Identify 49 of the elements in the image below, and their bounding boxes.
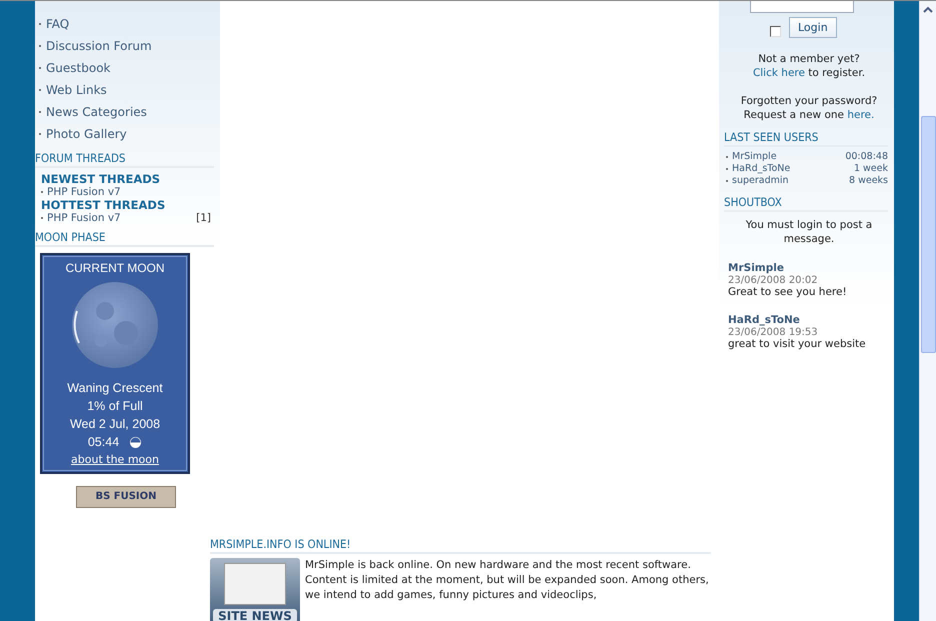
login-button[interactable]: Login <box>789 17 837 38</box>
nav-link[interactable]: News Categories <box>46 101 147 123</box>
shout-date: 23/06/2008 20:02 <box>728 275 819 286</box>
nav-link[interactable]: Discussion Forum <box>46 35 152 57</box>
reply-count: [1] <box>196 212 211 224</box>
last-seen-time: 8 weeks <box>849 175 888 187</box>
login-notice: You must login to post a message. <box>744 218 874 246</box>
forgot-password-text: Forgotten your password? Request a new one here. <box>740 94 878 122</box>
shout-message: Great to see you here! <box>728 286 848 298</box>
moon-time: 05:44 <box>88 434 120 451</box>
about-moon-link[interactable]: about the moon <box>71 453 159 466</box>
register-text: Not a member yet? Click here to register. <box>752 52 866 80</box>
section-heading: SHOUTBOX <box>724 195 888 212</box>
fusion-logo[interactable]: BS FUSION <box>76 486 176 508</box>
user-link[interactable]: MrSimple <box>732 151 777 163</box>
thread-group-heading: NEWEST THREADS <box>41 172 162 186</box>
news-paragraph: MrSimple is back online. On new hardware and the most recent software. <box>305 558 692 573</box>
last-seen-time: 00:08:48 <box>845 151 888 163</box>
thread-group-heading: HOTTEST THREADS <box>41 198 166 212</box>
half-moon-icon <box>129 436 142 448</box>
nav-link[interactable]: Guestbook <box>46 57 110 79</box>
thread-link[interactable]: PHP Fusion v7 <box>47 212 121 224</box>
news-title: MRSIMPLE.INFO IS ONLINE! <box>210 537 711 554</box>
thread-link[interactable]: PHP Fusion v7 <box>47 186 121 198</box>
shout-author[interactable]: MrSimple <box>728 262 784 274</box>
nav-link[interactable]: Photo Gallery <box>46 123 127 145</box>
reset-link[interactable]: here. <box>847 109 874 121</box>
register-link[interactable]: Click here <box>752 67 805 79</box>
shout-message: great to visit your website <box>728 338 867 350</box>
section-heading: LAST SEEN USERS <box>724 130 888 147</box>
news-paragraph: Content is limited at the moment, but will be expanded soon. Among others, we intend to add games, funny pictures and videoclips, <box>305 573 710 603</box>
shout-author[interactable]: HaRd_sToNe <box>728 314 800 326</box>
moon-widget-title: CURRENT MOON <box>65 261 165 275</box>
remember-checkbox[interactable] <box>770 26 781 37</box>
moon-phase-name: Waning Crescent <box>67 380 163 397</box>
scroll-thumb[interactable] <box>920 116 936 353</box>
user-link[interactable]: HaRd_sToNe <box>732 163 790 175</box>
password-field[interactable] <box>750 1 854 13</box>
user-link[interactable]: superadmin <box>732 175 789 187</box>
moon-illumination: 1% of Full <box>87 398 143 415</box>
shout-date: 23/06/2008 19:53 <box>728 327 819 338</box>
moon-date: Wed 2 Jul, 2008 <box>70 416 160 433</box>
last-seen-time: 1 week <box>854 163 888 175</box>
nav-link[interactable]: Web Links <box>46 79 107 101</box>
newspaper-picture: SITE NEWS <box>210 558 300 621</box>
section-heading: FORUM THREADS <box>35 151 214 168</box>
nav-link[interactable]: FAQ <box>46 13 70 35</box>
scrollbar[interactable] <box>919 1 936 621</box>
section-heading: MOON PHASE <box>35 230 214 247</box>
